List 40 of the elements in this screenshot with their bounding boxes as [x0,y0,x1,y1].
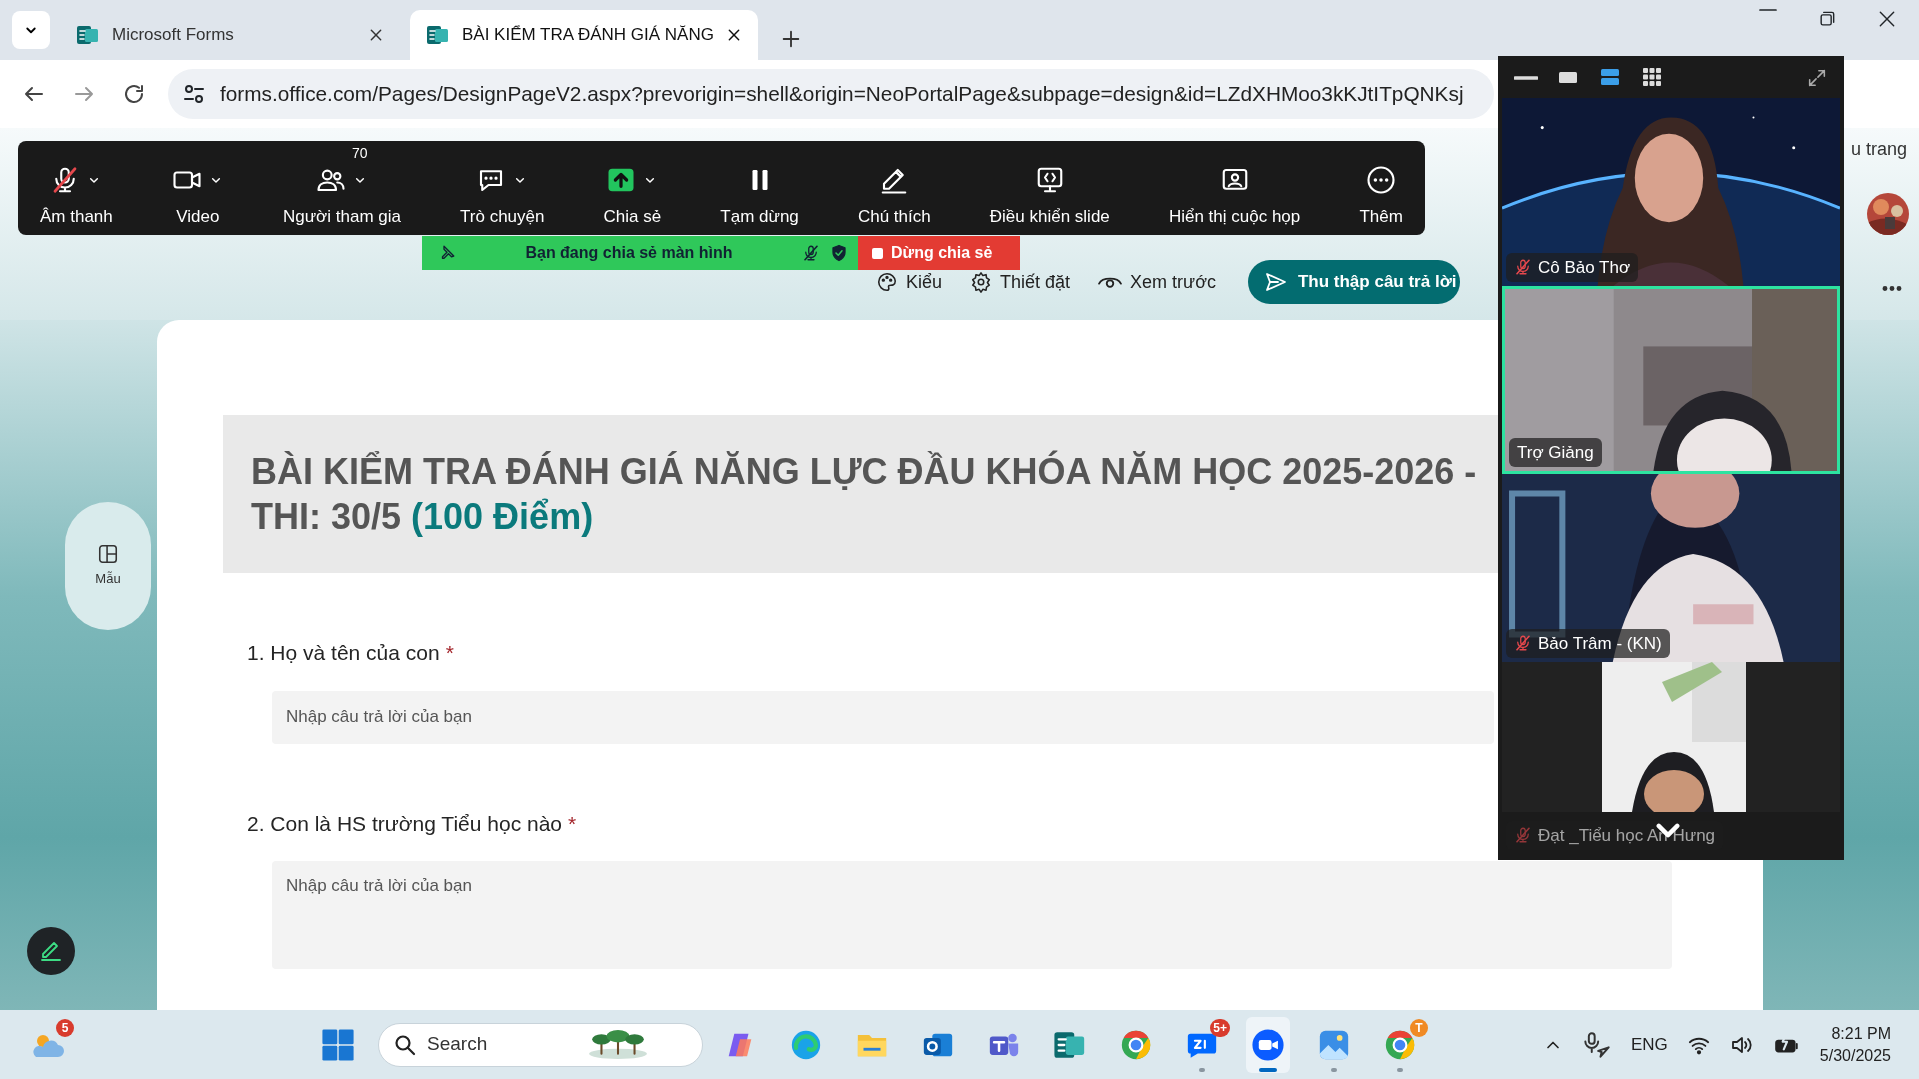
participant-name: Trợ Giảng [1509,437,1602,467]
participant-name: Cô Bảo Thơ [1506,252,1639,282]
browser-tab[interactable]: BÀI KIỂM TRA ĐÁNH GIÁ NĂNG [410,10,758,60]
search-field[interactable]: Search [427,1030,577,1059]
view-button[interactable]: Hiển thị cuộc họp [1164,146,1305,230]
collect-responses-button[interactable]: Thu thập câu trả lời [1247,260,1461,304]
template-button[interactable]: Mẫu [65,502,151,630]
answer-field[interactable]: Nhập câu trả lời của bạn [272,861,1672,969]
notification-badge: T [1410,1018,1428,1037]
address-bar[interactable]: forms.office.com/Pages/DesignPageV2.aspx?prevorigin=shell&origin=NeoPortalPage&subpage=design&id=LZdXHMoo3kKJtITpQNKsj [168,69,1494,119]
save-label: u trang [1851,138,1908,161]
clock[interactable]: 8:21 PM 5/30/2025 [1819,1022,1891,1067]
annotate-button[interactable]: Chú thích [853,146,935,230]
style-button[interactable]: Kiểu [876,271,943,293]
pause-button[interactable]: Tạm dừng [716,146,803,230]
stop-share-button[interactable]: Dừng chia sẻ [858,236,1020,270]
answer-field[interactable]: Nhập câu trả lời của bạn [272,690,1494,744]
share-button[interactable]: Chia sẻ [599,146,666,230]
more-button[interactable]: Thêm [1355,146,1407,230]
slides-button[interactable]: Điều khiển slide [985,146,1114,230]
question-label: 1. Họ và tên của con [247,640,440,666]
participant-name: Bảo Trâm - (KN) [1506,628,1670,658]
required-marker: * [568,810,577,837]
form-title: BÀI KIỂM TRA ĐÁNH GIÁ NĂNG LỰC ĐẦU KHÓA NĂM HỌC 2025-2026 - THI: 30/5 (100 Điểm) [251,449,1477,539]
participants-button[interactable]: 70 Người tham gia [279,146,405,230]
url-text: forms.office.com/Pages/DesignPageV2.aspx?prevorigin=shell&origin=NeoPortalPage&subpage=design&id=LZdXHMoo3kKJtITpQNKsj [220,81,1464,108]
language-indicator[interactable]: ENG [1630,1031,1668,1058]
sharing-status: Bạn đang chia sẻ màn hình [524,243,734,263]
settings-button[interactable]: Thiết đặt [970,271,1071,293]
notification-badge: 5 [56,1018,74,1037]
audio-button[interactable]: Âm thanh [36,146,117,230]
video-button[interactable]: Video [167,146,228,230]
question-label: 2. Con là HS trường Tiểu học nào [247,810,562,837]
required-marker: * [445,640,454,666]
notification-badge: 5+ [1210,1018,1230,1037]
preview-button[interactable]: Xem trước [1098,273,1216,291]
participant-count: 70 [351,146,368,161]
browser-tab[interactable]: Microsoft Forms [60,10,400,60]
chat-button[interactable]: Trò chuyện [456,146,549,230]
search-bar[interactable]: Search [378,1022,703,1067]
